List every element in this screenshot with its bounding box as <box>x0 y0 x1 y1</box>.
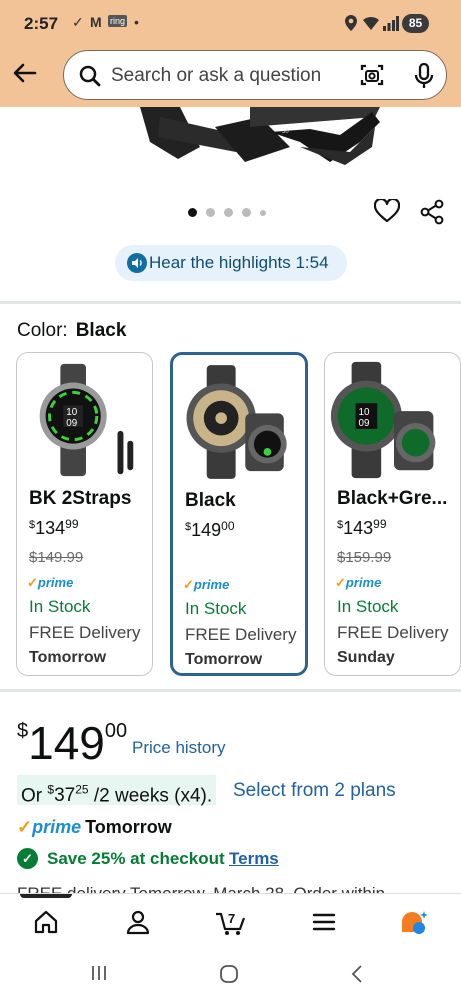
variant-image <box>186 365 287 479</box>
variant-name: BK 2Straps <box>29 488 132 509</box>
rufus-icon[interactable] <box>399 908 431 936</box>
stock-status: In Stock <box>185 599 247 618</box>
svg-text:09: 09 <box>359 418 370 429</box>
prime-badge: ✓prime <box>27 575 74 590</box>
back-arrow-icon[interactable] <box>10 58 40 88</box>
home-icon[interactable] <box>32 908 60 936</box>
terms-link[interactable]: Terms <box>229 849 279 869</box>
delivery-label: FREE Delivery <box>29 623 141 642</box>
check-icon: ✓ <box>72 14 84 30</box>
prime-delivery: ✓prime Tomorrow <box>17 817 172 837</box>
color-selector-label: Color: Black <box>17 320 126 342</box>
dot-icon: • <box>134 14 139 30</box>
heart-icon[interactable] <box>374 199 400 223</box>
delivery-date: Tomorrow <box>185 651 263 668</box>
pagination-dot <box>260 210 266 216</box>
bottom-navigation: 7 <box>0 893 461 948</box>
variant-price: $14900 <box>185 519 235 540</box>
variant-image: 10 09 <box>330 361 436 479</box>
battery-indicator: 85 <box>402 14 429 33</box>
pagination-dot <box>224 208 233 217</box>
variant-list-price: $159.99 <box>337 549 392 566</box>
svg-text:30: 30 <box>282 129 289 135</box>
prime-check-icon: ✓ <box>17 817 33 837</box>
location-icon <box>345 15 357 31</box>
divider <box>0 689 461 692</box>
status-bar: 2:57 ✓ M ring • 85 <box>0 0 461 46</box>
variant-name: Black+Gre... <box>337 488 448 509</box>
prime-badge: ✓prime <box>335 575 382 590</box>
microphone-icon[interactable] <box>414 62 434 90</box>
product-image[interactable]: 30 <box>0 107 461 182</box>
variant-price: $13499 <box>29 517 79 538</box>
status-time: 2:57 <box>24 14 59 33</box>
variant-name: Black <box>185 490 236 511</box>
pagination-dot <box>206 208 215 217</box>
variant-card-bk-2straps[interactable]: 10 09 BK 2Straps $13499 $149.99 ✓prime I… <box>16 352 153 676</box>
delivery-date: Tomorrow <box>29 649 107 666</box>
color-label: Color: <box>17 320 68 341</box>
account-icon[interactable] <box>124 908 152 936</box>
checkmark-icon: ✓ <box>17 848 38 869</box>
delivery-label: FREE Delivery <box>185 625 297 644</box>
pagination-dot-active <box>188 208 197 217</box>
gmail-icon: M <box>90 14 102 30</box>
price-history-link[interactable]: Price history <box>132 738 226 758</box>
camera-search-icon[interactable] <box>359 62 385 88</box>
variant-card-black-green[interactable]: 10 09 Black+Gre... $14399 $159.99 ✓prime… <box>324 352 461 676</box>
menu-icon[interactable] <box>310 908 338 936</box>
variant-image: 10 09 <box>39 363 134 477</box>
share-icon[interactable] <box>420 199 444 225</box>
cart-count: 7 <box>228 911 235 926</box>
delivery-details: FREE delivery Tomorrow, March 28. Order … <box>17 884 447 893</box>
variant-list-price: $149.99 <box>29 549 84 566</box>
watch-image-partial: 30 <box>0 107 461 182</box>
ring-icon: ring <box>108 15 128 27</box>
variant-card-black[interactable]: Black $14900 ✓prime In Stock FREE Delive… <box>170 352 308 676</box>
stock-status: In Stock <box>337 597 399 616</box>
search-bar[interactable]: Search or ask a question <box>63 50 447 100</box>
home-button-icon[interactable] <box>219 964 239 984</box>
pagination-dot <box>242 208 251 217</box>
divider <box>0 301 461 304</box>
hear-highlights-button[interactable]: Hear the highlights 1:54 <box>115 245 347 281</box>
signal-icon <box>383 16 399 31</box>
svg-text:09: 09 <box>66 418 77 429</box>
cart-icon[interactable]: 7 <box>214 908 248 936</box>
svg-text:10: 10 <box>359 407 370 418</box>
product-price: $14900 <box>17 717 128 769</box>
svg-text:10: 10 <box>66 407 77 418</box>
delivery-date: Sunday <box>337 649 395 666</box>
selected-color: Black <box>75 320 127 341</box>
delivery-label: FREE Delivery <box>337 623 449 642</box>
active-tab-indicator <box>20 894 72 898</box>
stock-status: In Stock <box>29 597 91 616</box>
search-icon <box>79 65 101 87</box>
wifi-icon <box>363 16 379 30</box>
variant-price: $14399 <box>337 517 387 538</box>
select-plans-link[interactable]: Select from 2 plans <box>233 780 396 802</box>
system-navigation <box>0 948 461 1000</box>
installment-info: Or $3725 /2 weeks (x4). <box>17 775 217 806</box>
search-input[interactable]: Search or ask a question <box>111 65 321 87</box>
prime-badge: ✓prime <box>183 577 230 592</box>
audio-icon <box>127 253 147 273</box>
highlights-label: Hear the highlights 1:54 <box>149 253 329 272</box>
back-button-icon[interactable] <box>350 964 364 984</box>
header: 2:57 ✓ M ring • 85 Search or ask a quest… <box>0 0 461 107</box>
recents-icon[interactable] <box>90 964 108 982</box>
savings-text: Save 25% at checkout <box>47 849 225 868</box>
